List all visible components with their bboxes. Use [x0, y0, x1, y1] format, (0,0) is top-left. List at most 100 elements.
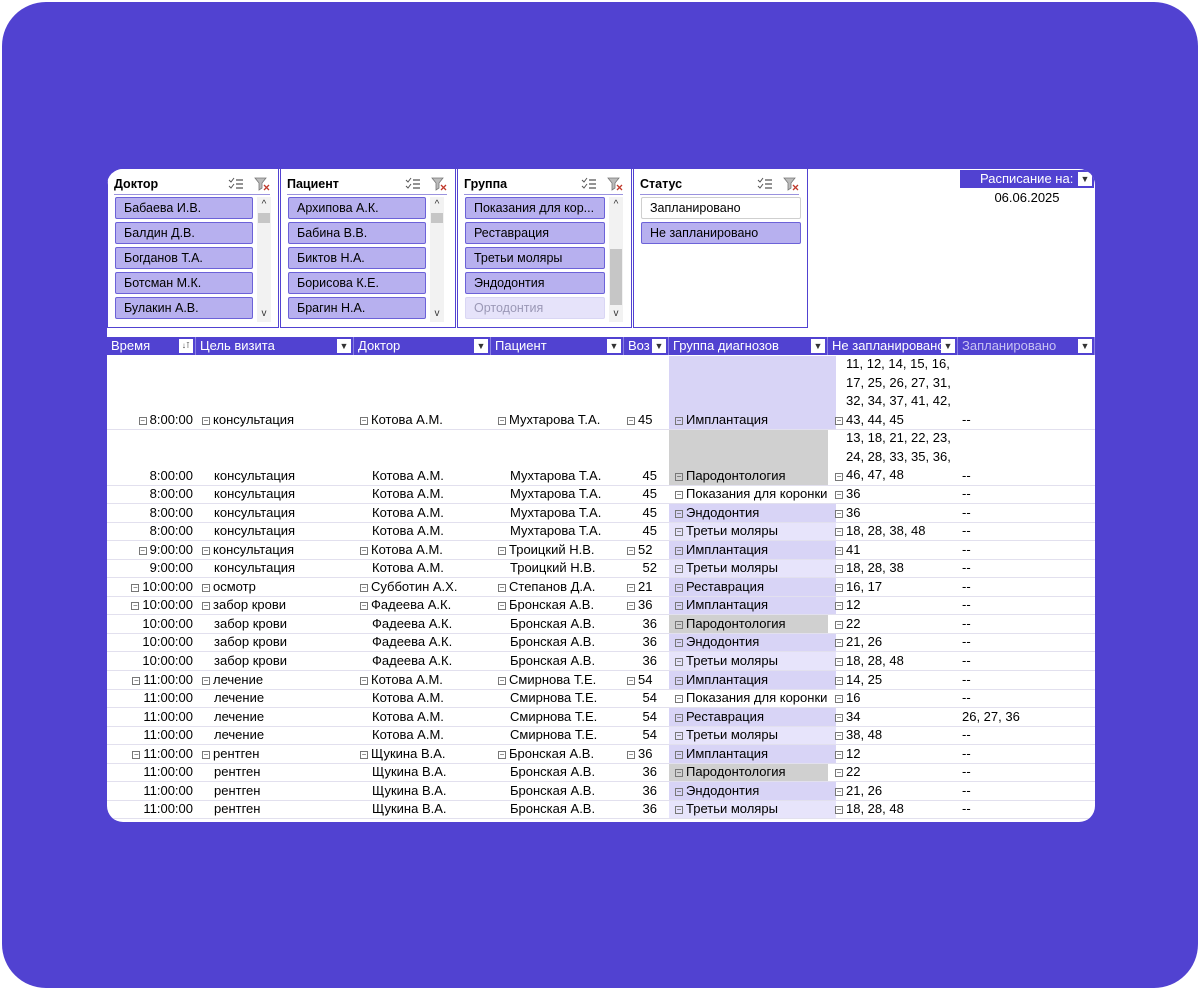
- collapse-icon[interactable]: −: [835, 602, 843, 611]
- scroll-thumb[interactable]: [431, 213, 443, 223]
- collapse-icon[interactable]: −: [627, 546, 635, 555]
- slicer-item[interactable]: Балдин Д.В.: [115, 222, 253, 244]
- multi-select-icon[interactable]: [581, 177, 597, 191]
- column-header[interactable]: Время ↓⊺: [107, 337, 196, 355]
- table-row[interactable]: −10:00:00− осмотр − Субботин А.Х. − Степанов …: [107, 578, 1095, 597]
- collapse-icon[interactable]: −: [498, 583, 506, 592]
- collapse-icon[interactable]: −: [675, 750, 683, 759]
- table-row[interactable]: 11:00:00 лечение Котова А.М. Смирнова Т.Е. 5…: [107, 726, 1095, 746]
- scroll-down-icon[interactable]: v: [257, 308, 271, 320]
- collapse-icon[interactable]: −: [498, 546, 506, 555]
- slicer-item[interactable]: Ботсман М.К.: [115, 272, 253, 294]
- sort-filter-icon[interactable]: ↓⊺: [179, 339, 193, 353]
- collapse-icon[interactable]: −: [498, 750, 506, 759]
- table-row[interactable]: 8:00:00 консультация Котова А.М. Мухтарова …: [107, 504, 1095, 523]
- collapse-icon[interactable]: −: [675, 417, 683, 425]
- collapse-icon[interactable]: −: [675, 620, 683, 629]
- collapse-icon[interactable]: −: [835, 509, 843, 518]
- collapse-icon[interactable]: −: [498, 676, 506, 685]
- column-header[interactable]: Цель визита ▼: [196, 337, 354, 355]
- collapse-icon[interactable]: −: [627, 602, 635, 611]
- slicer-item[interactable]: Показания для кор...: [465, 197, 605, 219]
- collapse-icon[interactable]: −: [360, 676, 368, 685]
- filter-dropdown-icon[interactable]: ▼: [607, 339, 621, 353]
- collapse-icon[interactable]: −: [835, 806, 843, 815]
- table-row[interactable]: 11:00:00 лечение Котова А.М. Смирнова Т.Е. 5…: [107, 708, 1095, 727]
- collapse-icon[interactable]: −: [835, 657, 843, 666]
- table-row[interactable]: 8:00:00 консультация Котова А.М. Мухтарова …: [107, 522, 1095, 542]
- table-row[interactable]: 11:00:00 лечение Котова А.М. Смирнова Т.Е. 5…: [107, 690, 1095, 709]
- collapse-icon[interactable]: −: [360, 750, 368, 759]
- collapse-icon[interactable]: −: [675, 806, 683, 815]
- scroll-up-icon[interactable]: ^: [257, 199, 271, 211]
- collapse-icon[interactable]: −: [202, 417, 210, 425]
- table-row[interactable]: −11:00:00− лечение − Котова А.М. − Смирнова Т…: [107, 670, 1095, 690]
- slicer-item[interactable]: Реставрация: [465, 222, 605, 244]
- collapse-icon[interactable]: −: [835, 546, 843, 555]
- collapse-icon[interactable]: −: [132, 750, 141, 759]
- column-header[interactable]: Запланировано ▼: [958, 337, 1095, 355]
- collapse-icon[interactable]: −: [202, 546, 210, 555]
- multi-select-icon[interactable]: [757, 177, 773, 191]
- slicer-item[interactable]: Ортодонтия: [465, 297, 605, 319]
- collapse-icon[interactable]: −: [498, 417, 506, 425]
- collapse-icon[interactable]: −: [202, 583, 210, 592]
- slicer-scrollbar[interactable]: ^ v: [257, 197, 271, 322]
- slicer-item[interactable]: Булакин А.В.: [115, 297, 253, 319]
- collapse-icon[interactable]: −: [675, 491, 683, 500]
- slicer-item[interactable]: Эндодонтия: [465, 272, 605, 294]
- collapse-icon[interactable]: −: [627, 583, 635, 592]
- slicer-item[interactable]: Бабина В.В.: [288, 222, 426, 244]
- collapse-icon[interactable]: −: [131, 602, 140, 611]
- filter-dropdown-icon[interactable]: ▼: [474, 339, 488, 353]
- collapse-icon[interactable]: −: [835, 787, 843, 796]
- collapse-icon[interactable]: −: [835, 472, 843, 481]
- slicer-scrollbar[interactable]: ^ v: [430, 197, 444, 322]
- scroll-thumb[interactable]: [610, 249, 622, 305]
- collapse-icon[interactable]: −: [835, 565, 843, 574]
- slicer-item[interactable]: Третьи моляры: [465, 247, 605, 269]
- collapse-icon[interactable]: −: [627, 676, 635, 685]
- collapse-icon[interactable]: −: [675, 583, 683, 592]
- collapse-icon[interactable]: −: [835, 695, 843, 704]
- scroll-up-icon[interactable]: ^: [430, 199, 444, 211]
- collapse-icon[interactable]: −: [835, 676, 843, 685]
- column-header[interactable]: Пациент ▼: [491, 337, 624, 355]
- table-row[interactable]: 11:00:00 рентген Щукина В.А. Бронская А.В. 3…: [107, 800, 1095, 820]
- slicer-item[interactable]: Богданов Т.А.: [115, 247, 253, 269]
- collapse-icon[interactable]: −: [132, 676, 141, 685]
- multi-select-icon[interactable]: [228, 177, 244, 191]
- collapse-icon[interactable]: −: [835, 528, 843, 537]
- clear-filter-icon[interactable]: [254, 177, 270, 191]
- collapse-icon[interactable]: −: [675, 602, 683, 611]
- filter-dropdown-icon[interactable]: ▼: [941, 339, 955, 353]
- slicer-item[interactable]: Брагин Н.А.: [288, 297, 426, 319]
- slicer-item[interactable]: Бабаева И.В.: [115, 197, 253, 219]
- collapse-icon[interactable]: −: [835, 769, 843, 778]
- collapse-icon[interactable]: −: [835, 713, 843, 722]
- collapse-icon[interactable]: −: [675, 509, 683, 518]
- collapse-icon[interactable]: −: [675, 472, 683, 481]
- table-row[interactable]: 10:00:00 забор крови Фадеева А.К. Бронская …: [107, 652, 1095, 671]
- collapse-icon[interactable]: −: [131, 583, 140, 592]
- collapse-icon[interactable]: −: [675, 565, 683, 574]
- table-row[interactable]: −10:00:00− забор крови − Фадеева А.К. − Бронс…: [107, 596, 1095, 616]
- table-row[interactable]: 11:00:00 рентген Щукина В.А. Бронская А.В. 3…: [107, 763, 1095, 783]
- collapse-icon[interactable]: −: [202, 750, 210, 759]
- table-row[interactable]: 8:00:00 консультация Котова А.М. Мухтарова …: [107, 486, 1095, 505]
- table-row[interactable]: −9:00:00− консультация − Котова А.М. − Троицк…: [107, 541, 1095, 560]
- collapse-icon[interactable]: −: [360, 602, 368, 611]
- collapse-icon[interactable]: −: [675, 657, 683, 666]
- scroll-thumb[interactable]: [258, 213, 270, 223]
- column-header[interactable]: Воз ▼: [624, 337, 669, 355]
- collapse-icon[interactable]: −: [835, 639, 843, 648]
- scroll-up-icon[interactable]: ^: [609, 199, 623, 211]
- column-header[interactable]: Доктор ▼: [354, 337, 491, 355]
- filter-dropdown-icon[interactable]: ▼: [652, 339, 666, 353]
- slicer-item[interactable]: Не запланировано: [641, 222, 801, 244]
- collapse-icon[interactable]: −: [675, 787, 683, 796]
- slicer-item[interactable]: Борисова К.Е.: [288, 272, 426, 294]
- collapse-icon[interactable]: −: [627, 750, 635, 759]
- collapse-icon[interactable]: −: [360, 583, 368, 592]
- clear-filter-icon[interactable]: [783, 177, 799, 191]
